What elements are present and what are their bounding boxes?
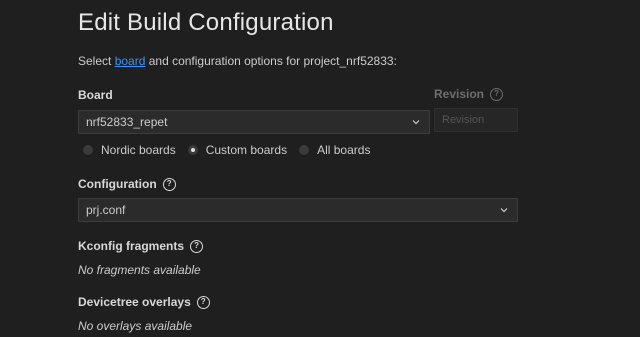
chevron-down-icon xyxy=(412,120,420,125)
subtitle-suffix: and configuration options for project_nr… xyxy=(145,54,397,68)
page-subtitle: Select board and configuration options f… xyxy=(78,54,397,68)
radio-nordic-boards[interactable]: Nordic boards xyxy=(83,143,176,157)
revision-input[interactable]: Revision xyxy=(434,108,518,132)
devicetree-empty-message: No overlays available xyxy=(78,319,193,333)
configuration-select-value: prj.conf xyxy=(86,203,126,217)
board-select-value: nrf52833_repet xyxy=(86,115,168,129)
board-filter-radio-group: Nordic boards Custom boards All boards xyxy=(83,143,382,157)
kconfig-label-row: Kconfig fragments ? xyxy=(78,239,204,253)
configuration-select[interactable]: prj.conf xyxy=(78,198,518,222)
page-title: Edit Build Configuration xyxy=(78,9,334,36)
board-link[interactable]: board xyxy=(115,54,146,68)
board-label: Board xyxy=(78,88,113,102)
kconfig-label: Kconfig fragments xyxy=(78,239,185,253)
radio-custom-boards-label: Custom boards xyxy=(205,143,288,157)
revision-label-row: Revision ? xyxy=(434,87,504,101)
revision-label: Revision xyxy=(434,87,485,101)
revision-help-icon[interactable]: ? xyxy=(490,87,504,101)
configuration-label-row: Configuration ? xyxy=(78,177,176,191)
configuration-label: Configuration xyxy=(78,177,157,191)
board-label-row: Board xyxy=(78,88,113,102)
devicetree-help-icon[interactable]: ? xyxy=(196,295,210,309)
radio-all-boards-label: All boards xyxy=(317,143,371,157)
radio-button-icon[interactable] xyxy=(299,145,310,155)
subtitle-prefix: Select xyxy=(78,54,115,68)
kconfig-empty-message: No fragments available xyxy=(78,263,201,277)
radio-nordic-boards-label: Nordic boards xyxy=(101,143,176,157)
edit-build-configuration-page: Edit Build Configuration Select board an… xyxy=(0,0,640,337)
radio-button-icon[interactable] xyxy=(83,145,93,155)
devicetree-label-row: Devicetree overlays ? xyxy=(78,295,210,309)
kconfig-help-icon[interactable]: ? xyxy=(190,239,204,253)
board-select[interactable]: nrf52833_repet xyxy=(78,110,430,134)
radio-custom-boards[interactable]: Custom boards xyxy=(187,143,288,157)
devicetree-label: Devicetree overlays xyxy=(78,295,191,309)
radio-all-boards[interactable]: All boards xyxy=(299,143,370,157)
configuration-help-icon[interactable]: ? xyxy=(162,177,176,191)
chevron-down-icon xyxy=(500,208,508,213)
radio-button-checked-icon[interactable] xyxy=(187,145,198,155)
